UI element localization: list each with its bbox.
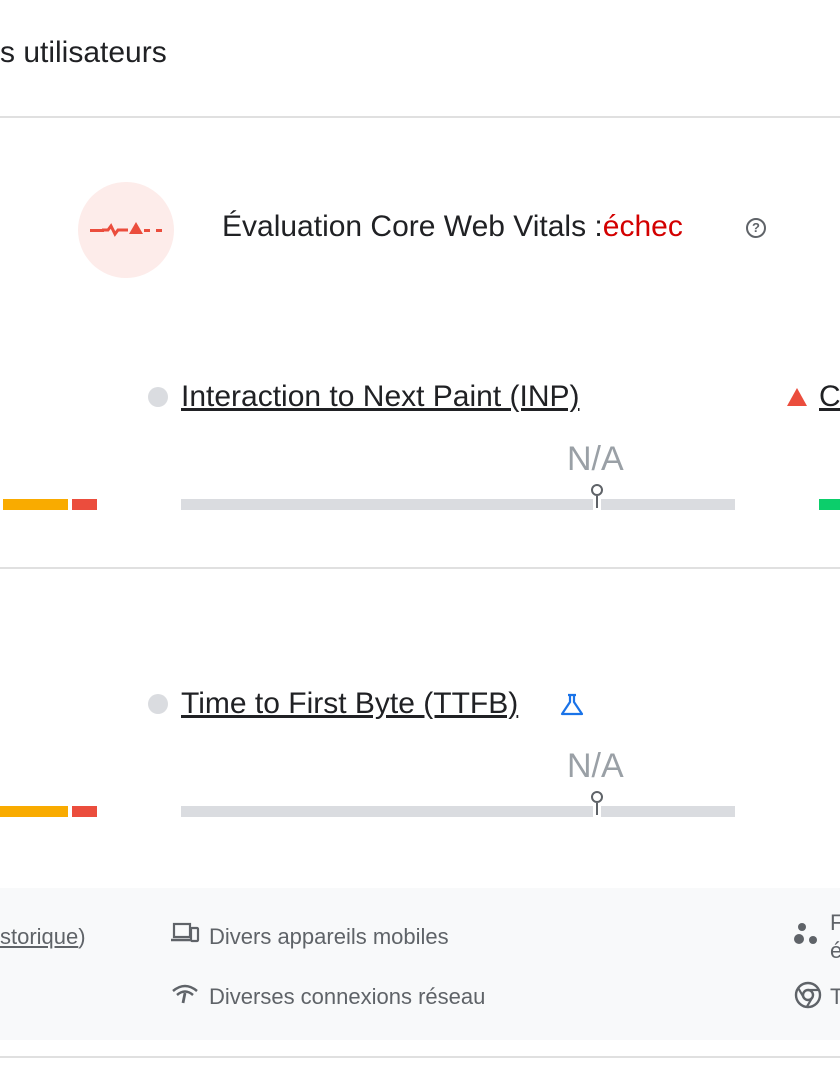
footer-right-partial-text: F: [830, 910, 840, 935]
collection-period-link[interactable]: storique: [0, 924, 78, 949]
gray-circle-icon: [148, 694, 168, 714]
footer-right-partial-text: é: [830, 938, 840, 963]
page-loads-icon: [794, 923, 817, 944]
chrome-icon: [794, 981, 822, 1009]
footer-devices-text: Divers appareils mobiles: [209, 924, 449, 949]
metric-value-inp: N/A: [567, 440, 624, 478]
collection-period: storique): [0, 924, 86, 949]
metric-track-ttfb: [181, 806, 735, 817]
divider: [0, 567, 840, 569]
data-source-footer: [0, 888, 840, 1040]
metric-link-partial[interactable]: C: [819, 380, 840, 414]
gray-circle-icon: [148, 387, 168, 407]
divider: [0, 1056, 840, 1058]
red-triangle-icon: [787, 388, 807, 406]
cwv-assessment-status: échec: [602, 210, 683, 243]
metric-link-inp[interactable]: Interaction to Next Paint (INP): [181, 380, 580, 414]
distribution-bar-good: [819, 499, 840, 510]
metric-marker-pin: [591, 484, 603, 496]
cwv-assessment-title: Évaluation Core Web Vitals :échec: [222, 210, 683, 244]
metric-track-inp: [181, 499, 735, 510]
distribution-bar-needs-improvement: [3, 499, 68, 510]
devices-icon: [171, 922, 200, 943]
network-icon: [172, 984, 198, 1004]
metric-value-ttfb: N/A: [567, 747, 624, 785]
section-title: s utilisateurs: [0, 36, 167, 69]
help-icon[interactable]: ?: [746, 218, 766, 238]
distribution-bar-poor: [72, 806, 97, 817]
assessment-gauge-icon: [78, 182, 174, 278]
metric-link-ttfb[interactable]: Time to First Byte (TTFB): [181, 687, 518, 721]
flask-icon: [560, 693, 584, 716]
metric-marker-pin: [591, 791, 603, 803]
cwv-assessment-label: Évaluation Core Web Vitals :: [222, 210, 603, 243]
distribution-bar-poor: [72, 499, 97, 510]
footer-right-partial-text: T: [830, 984, 840, 1009]
divider: [0, 116, 840, 118]
footer-network-text: Diverses connexions réseau: [209, 984, 486, 1009]
distribution-bar-needs-improvement: [0, 806, 68, 817]
